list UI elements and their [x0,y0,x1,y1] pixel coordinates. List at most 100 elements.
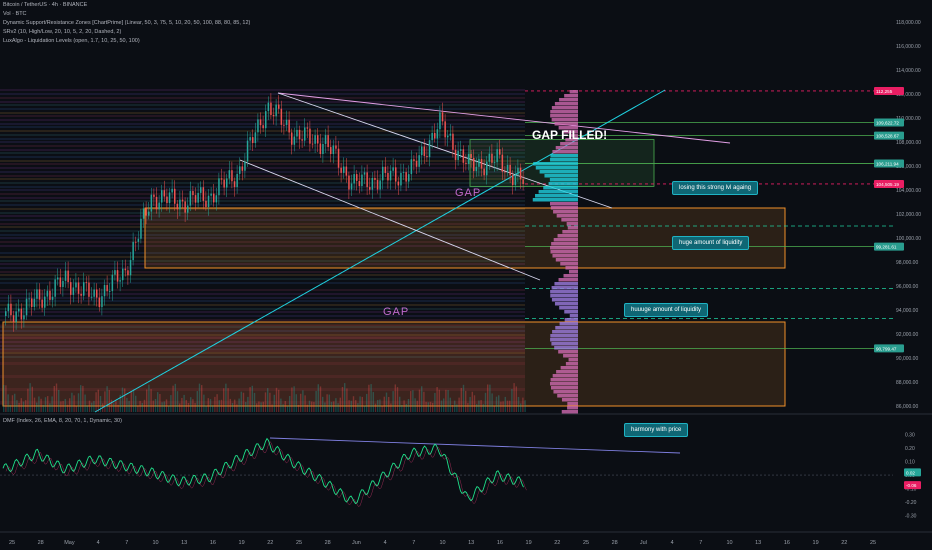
volume-bar [399,396,401,412]
candle-body [189,191,192,206]
volume-bar [62,401,64,412]
volume-profile-bar [568,270,578,274]
time-tick-label: May [64,540,75,546]
volume-profile-bar [565,266,578,270]
candle-body [176,203,179,210]
candle-body [350,183,353,190]
time-tick-label: 10 [726,540,732,546]
volume-bar [289,396,291,412]
candle-body [57,277,59,280]
volume-bar [476,404,478,412]
candle-body [371,177,374,190]
volume-bar [135,395,137,412]
time-tick-label: 16 [497,540,503,546]
volume-bar [253,392,256,412]
volume-bar [229,398,231,412]
candle-body [280,108,283,125]
volume-profile-bar [564,310,578,314]
candle-body [44,296,46,308]
candle-body [395,167,397,182]
volume-bar [20,398,22,412]
volume-bar [185,400,187,412]
candle-body [522,179,524,185]
candle-body [441,112,444,122]
time-tick-label: 4 [97,540,100,546]
sr-zones-indicator-label[interactable]: Dynamic Support/Resistance Zones [ChartP… [3,20,250,27]
candle-body [265,111,267,129]
candle-body [512,175,514,185]
candle-body [161,190,163,203]
candle-body [137,238,140,242]
volume-bar [27,388,29,412]
volume-bar [498,395,500,412]
candle-body [384,166,387,173]
volume-bar [522,397,524,412]
volume-bar [66,404,69,412]
volume-bar [502,401,504,412]
candle-body [291,132,293,145]
candle-body [382,166,384,181]
volume-profile-bar [550,382,578,386]
dmf-tick-label: 0.20 [905,446,915,452]
time-tick-label: 25 [9,540,15,546]
volume-bar [480,400,482,412]
candle-body [218,178,220,196]
liquidation-levels-label[interactable]: LuxAlgo - Liquidation Levels (open, 1.7,… [3,38,140,45]
candle-body [77,282,80,294]
volume-bar [165,399,168,412]
candle-body [67,270,69,283]
candle-body [270,102,272,115]
time-tick-label: Jun [352,540,361,546]
volume-bar [286,405,289,412]
candle-body [116,270,119,282]
candle-body [348,175,350,190]
volume-bar [187,403,190,412]
candle-body [423,146,426,156]
candle-body [460,149,462,151]
volume-bar [451,404,454,412]
srv2-indicator-label[interactable]: SRv2 (10, High/Low, 20, 10, 5, 2, 20, Da… [3,29,121,36]
volume-bar [227,388,229,412]
volume-bar [425,401,427,412]
volume-bar [256,403,258,412]
volume-bar [311,401,313,412]
volume-bar [207,398,209,412]
volume-bar [394,384,396,412]
volume-bar [69,398,71,412]
candle-body [439,112,441,130]
volume-bar [504,396,506,412]
volume-profile-bar [563,354,578,358]
volume-bar [33,397,36,412]
candle-body [478,158,480,167]
volume-profile-bar [560,262,578,266]
volume-bar [443,398,445,412]
volume-profile-bar [550,246,578,250]
volume-indicator-label[interactable]: Vol · BTC [3,11,27,18]
price-tick-label: 96,000.00 [896,284,918,290]
candle-body [335,145,337,149]
candle-body [465,162,467,164]
dmf-current-label: 0.02 [906,470,915,475]
price-tag-label: 112,255 [876,89,893,94]
dmf-indicator-label[interactable]: DMF (Index, 26, EMA, 8, 20, 70, 1, Dynam… [3,418,122,425]
volume-bar [291,387,293,412]
candle-body [467,154,470,164]
volume-bar [22,401,25,412]
volume-bar [157,392,159,412]
price-axis[interactable]: 86,000.00 88,000.00 90,000.00 92,000.00 94,0… [874,0,932,412]
volume-bar [440,400,443,412]
volume-bar [436,386,438,412]
volume-profile-bar [557,394,578,398]
volume-profile-bar [569,90,578,94]
volume-profile-bar [535,194,578,198]
time-tick-label: 10 [439,540,445,546]
candle-body [483,168,485,176]
volume-bar [170,395,172,412]
symbol-title[interactable]: Bitcoin / TetherUS · 4h · BINANCE [3,2,87,9]
candle-body [434,132,436,139]
time-axis[interactable]: 25 28 May 4 7 10 13 16 19 22 25 28 Jun 4 7 10 13 16 19 22 25… [0,531,932,546]
candle-body [402,172,405,173]
volume-bar [458,397,460,412]
candle-body [109,291,111,292]
candle-body [486,161,488,176]
